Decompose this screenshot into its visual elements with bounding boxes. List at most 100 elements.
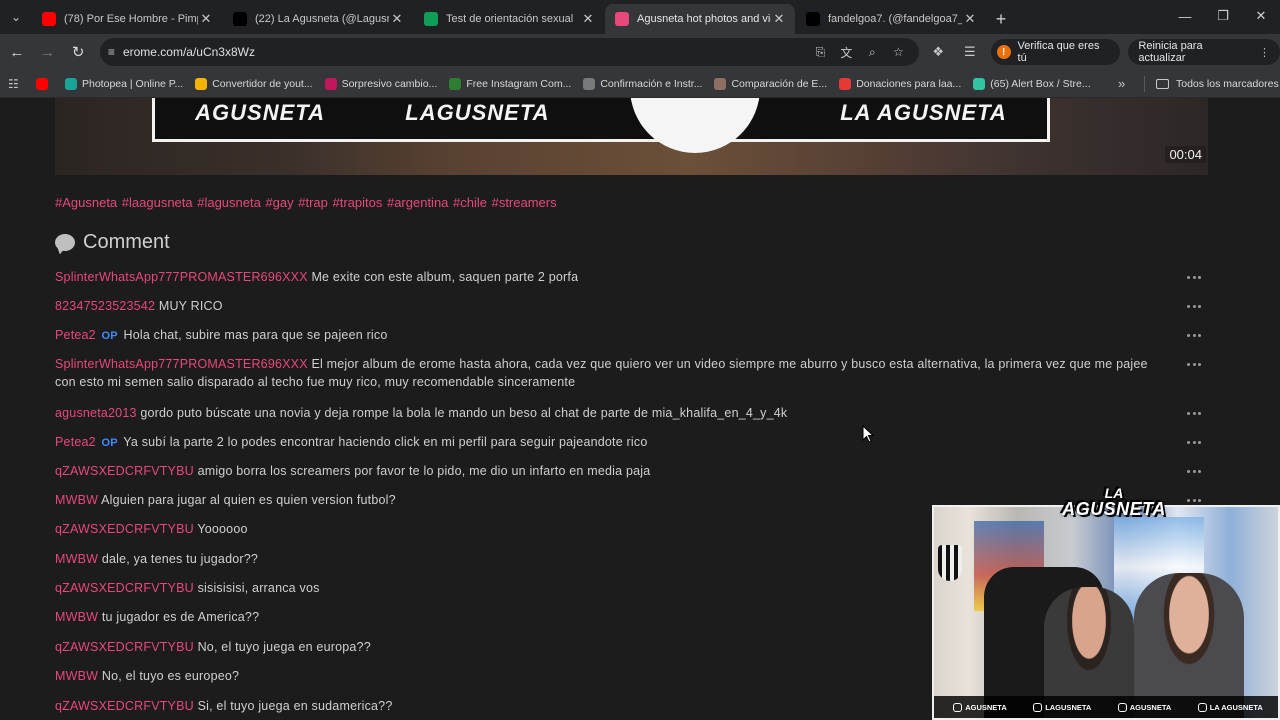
tab-title: (22) La Agusneta (@Lagusneta) xyxy=(255,13,389,25)
address-bar[interactable]: ≡ erome.com/a/uCn3x8Wz ⎘ 文 ⌕ ☆ xyxy=(99,38,920,66)
extensions-icon[interactable]: ❖ xyxy=(925,44,951,60)
comment-author[interactable]: qZAWSXEDCRFVTYBU xyxy=(55,699,194,713)
hashtag-list[interactable]: #Agusneta #laagusneta #lagusneta #gay #t… xyxy=(55,195,557,210)
video-timestamp: 00:04 xyxy=(1165,146,1206,163)
close-tab-icon[interactable]: ✕ xyxy=(389,11,405,27)
close-tab-icon[interactable]: ✕ xyxy=(198,11,214,27)
converter-icon xyxy=(195,77,208,90)
translate-icon[interactable]: 文 xyxy=(833,44,859,61)
bookmark-item[interactable]: Confirmación e Instr... xyxy=(583,77,703,90)
install-app-icon[interactable]: ⎘ xyxy=(807,45,833,60)
forward-button[interactable]: → xyxy=(34,38,62,66)
restore-icon[interactable]: ❐ xyxy=(1204,0,1242,32)
comment-more-icon[interactable] xyxy=(1187,305,1201,309)
comment-author[interactable]: qZAWSXEDCRFVTYBU xyxy=(55,640,194,654)
comment-more-icon[interactable] xyxy=(1187,334,1201,338)
instagram-tool-icon xyxy=(449,77,462,90)
bookmark-item[interactable]: (65) Alert Box / Stre... xyxy=(973,77,1091,90)
comment-more-icon[interactable] xyxy=(1187,470,1201,474)
comment-more-icon[interactable] xyxy=(1187,363,1201,367)
comment-author[interactable]: SplinterWhatsApp777PROMASTER696XXX xyxy=(55,270,308,284)
comment-more-icon[interactable] xyxy=(1187,276,1201,280)
banner-item: AGUSNETA xyxy=(195,100,325,125)
comment-author[interactable]: qZAWSXEDCRFVTYBU xyxy=(55,581,194,595)
close-tab-icon[interactable]: ✕ xyxy=(580,11,596,27)
bookmark-item[interactable]: Comparación de E... xyxy=(714,77,827,90)
bookmark-item[interactable]: Sorpresivo cambio... xyxy=(324,77,437,90)
browser-tab[interactable]: (22) La Agusneta (@Lagusneta)✕ xyxy=(223,4,413,34)
video-banner: AGUSNETA LAGUSNETA LA AGUSNETA xyxy=(152,98,1050,153)
minimize-icon[interactable]: — xyxy=(1166,0,1204,32)
back-button[interactable]: ← xyxy=(3,38,31,66)
bookmark-item[interactable]: Photopea | Online P... xyxy=(65,77,183,90)
zoom-icon[interactable]: ⌕ xyxy=(859,45,885,60)
close-tab-icon[interactable]: ✕ xyxy=(771,11,787,27)
site-info-icon[interactable]: ≡ xyxy=(108,45,115,59)
op-badge: OP xyxy=(101,437,118,449)
close-window-icon[interactable]: ✕ xyxy=(1242,0,1280,32)
forms-icon xyxy=(424,12,438,26)
bookmarks-divider xyxy=(1144,75,1145,92)
url-text[interactable]: erome.com/a/uCn3x8Wz xyxy=(123,45,807,59)
new-tab-button[interactable]: + xyxy=(987,4,1015,34)
window-controls: — ❐ ✕ xyxy=(1166,0,1280,32)
chevron-double-right-icon[interactable]: » xyxy=(1118,76,1125,91)
bookmark-item[interactable]: Convertidor de yout... xyxy=(195,77,313,90)
banner-logo xyxy=(629,98,760,153)
comment-text: amigo borra los screamers por favor te l… xyxy=(197,464,651,478)
all-bookmarks-label: Todos los marcadores xyxy=(1176,77,1279,90)
comment-text: tu jugador es de America?? xyxy=(101,610,260,624)
comment-author[interactable]: qZAWSXEDCRFVTYBU xyxy=(55,522,194,536)
comment-author[interactable]: 82347523523542 xyxy=(55,299,155,313)
comment-author[interactable]: MWBW xyxy=(55,669,98,683)
bookmark-label: Donaciones para laa... xyxy=(856,77,962,90)
comment-item: qZAWSXEDCRFVTYBU amigo borra los screame… xyxy=(55,462,1170,480)
comment-author[interactable]: SplinterWhatsApp777PROMASTER696XXX xyxy=(55,357,308,371)
comment-text: dale, ya tenes tu jugador?? xyxy=(101,552,259,566)
comment-author[interactable]: agusneta2013 xyxy=(55,406,137,420)
media-queue-icon[interactable]: ☰ xyxy=(957,44,983,60)
comment-more-icon[interactable] xyxy=(1187,441,1201,445)
close-tab-icon[interactable]: ✕ xyxy=(962,11,978,27)
comment-text: gordo puto búscate una novia y deja romp… xyxy=(140,406,788,420)
browser-tab[interactable]: Test de orientación sexual ✕ xyxy=(414,4,604,34)
menu-kebab-icon[interactable]: ⋮ xyxy=(1259,46,1270,59)
browser-tab[interactable]: (78) Por Ese Hombre - Pimpinel✕ xyxy=(32,4,222,34)
relaunch-update-button[interactable]: Reinicia para actualizar ⋮ xyxy=(1128,39,1280,65)
webcam-overlay: AGUSNETA LAGUSNETA AGUSNETA LA AGUSNETA xyxy=(932,505,1280,720)
comment-author[interactable]: Petea2 xyxy=(55,435,96,449)
bookmark-item[interactable] xyxy=(36,77,53,90)
op-badge: OP xyxy=(101,330,118,342)
bookmark-star-icon[interactable]: ☆ xyxy=(885,45,911,59)
comment-author[interactable]: MWBW xyxy=(55,493,98,507)
x-label: LAGUSNETA xyxy=(1045,702,1092,712)
comment-author[interactable]: Petea2 xyxy=(55,328,96,342)
bookmark-item[interactable]: Free Instagram Com... xyxy=(449,77,571,90)
relaunch-label: Reinicia para actualizar xyxy=(1138,40,1203,64)
comment-author[interactable]: MWBW xyxy=(55,552,98,566)
tiktok-icon xyxy=(806,12,820,26)
all-bookmarks-button[interactable]: Todos los marcadores xyxy=(1156,78,1279,90)
apps-grid-icon[interactable]: ☷ xyxy=(8,77,24,91)
comment-more-icon[interactable] xyxy=(1187,412,1201,416)
tab-search-button[interactable]: ⌄ xyxy=(0,0,32,34)
browser-tab[interactable]: fandelgoa7. (@fandelgoa7_) | TikTok✕ xyxy=(796,4,986,34)
x-icon xyxy=(1033,702,1043,712)
youtube-label: LA AGUSNETA xyxy=(1209,702,1263,712)
reload-button[interactable]: ↻ xyxy=(64,38,92,66)
folder-icon xyxy=(1156,78,1169,89)
bookmark-label: Confirmación e Instr... xyxy=(600,77,703,90)
kick-icon xyxy=(1117,702,1127,712)
bookmark-label: Convertidor de yout... xyxy=(212,77,313,90)
tab-title: (78) Por Ese Hombre - Pimpinel xyxy=(64,13,198,25)
comment-more-icon[interactable] xyxy=(1187,499,1201,503)
instagram-handle: AGUSNETA xyxy=(953,702,1007,712)
browser-tab[interactable]: Agusneta hot photos and videos✕ xyxy=(605,4,795,34)
donation-icon xyxy=(839,77,852,90)
comment-item: SplinterWhatsApp777PROMASTER696XXX Me ex… xyxy=(55,268,1170,286)
comment-author[interactable]: qZAWSXEDCRFVTYBU xyxy=(55,464,194,478)
video-player[interactable]: AGUSNETA LAGUSNETA LA AGUSNETA 00:04 xyxy=(55,98,1208,175)
bookmark-item[interactable]: Donaciones para laa... xyxy=(839,77,962,90)
comment-author[interactable]: MWBW xyxy=(55,610,98,624)
verify-identity-button[interactable]: ! Verifica que eres tú xyxy=(990,39,1121,65)
